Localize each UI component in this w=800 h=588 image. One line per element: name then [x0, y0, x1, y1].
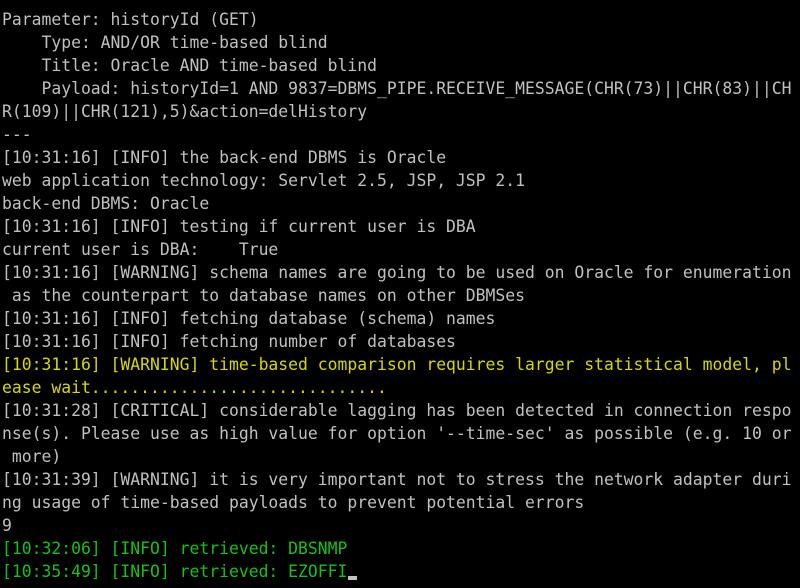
terminal-line-13: as the counterpart to database names on … [2, 284, 800, 307]
line-text: --- [2, 125, 32, 144]
terminal-line-9: back-end DBMS: Oracle [2, 192, 800, 215]
terminal-line-21: [10:31:39] [WARNING] it is very importan… [2, 468, 800, 491]
terminal-line-7: [10:31:16] [INFO] the back-end DBMS is O… [2, 146, 800, 169]
terminal-line-3: Title: Oracle AND time-based blind [2, 54, 800, 77]
line-text: [10:31:16] [WARNING] time-based comparis… [2, 355, 792, 374]
line-text: [10:31:16] [INFO] the back-end DBMS is O… [2, 148, 447, 167]
terminal-line-15: [10:31:16] [INFO] fetching number of dat… [2, 330, 800, 353]
line-text: [10:35:49] [INFO] retrieved: EZOFFI [2, 562, 348, 581]
line-text: current user is DBA: True [2, 240, 279, 259]
line-text: [10:31:39] [WARNING] it is very importan… [2, 470, 792, 489]
line-text: [10:31:16] [INFO] fetching number of dat… [2, 332, 456, 351]
terminal-line-24: [10:32:06] [INFO] retrieved: DBSNMP [2, 537, 800, 560]
terminal-line-22: ng usage of time-based payloads to preve… [2, 491, 800, 514]
terminal-line-19: nse(s). Please use as high value for opt… [2, 422, 800, 445]
line-text: back-end DBMS: Oracle [2, 194, 210, 213]
line-text: Payload: historyId=1 AND 9837=DBMS_PIPE.… [2, 79, 792, 98]
terminal-line-10: [10:31:16] [INFO] testing if current use… [2, 215, 800, 238]
line-text: Title: Oracle AND time-based blind [2, 56, 377, 75]
terminal-line-18: [10:31:28] [CRITICAL] considerable laggi… [2, 399, 800, 422]
terminal-line-8: web application technology: Servlet 2.5,… [2, 169, 800, 192]
line-text: [10:31:16] [INFO] testing if current use… [2, 217, 476, 236]
terminal-line-5: R(109)||CHR(121),5)&action=delHistory [2, 100, 800, 123]
terminal-line-16: [10:31:16] [WARNING] time-based comparis… [2, 353, 800, 376]
line-text: R(109)||CHR(121),5)&action=delHistory [2, 102, 368, 121]
line-text: 9 [2, 516, 12, 535]
terminal-line-12: [10:31:16] [WARNING] schema names are go… [2, 261, 800, 284]
terminal-line-2: Type: AND/OR time-based blind [2, 31, 800, 54]
terminal-line-4: Payload: historyId=1 AND 9837=DBMS_PIPE.… [2, 77, 800, 100]
line-text: Type: AND/OR time-based blind [2, 33, 328, 52]
line-text: ng usage of time-based payloads to preve… [2, 493, 585, 512]
text-cursor [348, 576, 358, 580]
line-text: web application technology: Servlet 2.5,… [2, 171, 526, 190]
line-text: nse(s). Please use as high value for opt… [2, 424, 792, 443]
line-text: ease wait.............................. [2, 378, 387, 397]
terminal-line-1: Parameter: historyId (GET) [2, 8, 800, 31]
line-text: Parameter: historyId (GET) [2, 10, 259, 29]
line-text: as the counterpart to database names on … [2, 286, 526, 305]
terminal-line-17: ease wait.............................. [2, 376, 800, 399]
line-text: [10:32:06] [INFO] retrieved: DBSNMP [2, 539, 348, 558]
terminal-line-23: 9 [2, 514, 800, 537]
line-text: [10:31:16] [WARNING] schema names are go… [2, 263, 792, 282]
terminal-window[interactable]: Parameter: historyId (GET) Type: AND/OR … [0, 0, 800, 588]
terminal-line-25: [10:35:49] [INFO] retrieved: EZOFFI [2, 560, 800, 583]
line-text: [10:31:16] [INFO] fetching database (sch… [2, 309, 496, 328]
line-text: [10:31:28] [CRITICAL] considerable laggi… [2, 401, 792, 420]
terminal-line-6: --- [2, 123, 800, 146]
terminal-line-14: [10:31:16] [INFO] fetching database (sch… [2, 307, 800, 330]
terminal-line-11: current user is DBA: True [2, 238, 800, 261]
terminal-line-20: more) [2, 445, 800, 468]
line-text: more) [2, 447, 62, 466]
